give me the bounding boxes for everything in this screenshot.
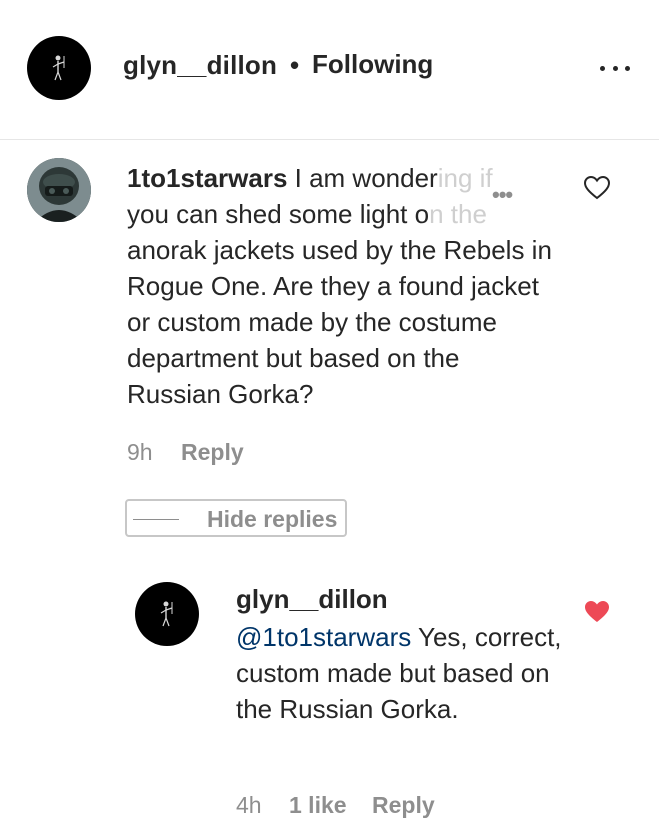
- comment-text-rest: anorak jackets used by the Rebels in Rog…: [127, 235, 552, 409]
- figure-icon: [160, 601, 173, 627]
- comment-time: 9h: [127, 439, 153, 465]
- following-button[interactable]: Following: [312, 49, 433, 80]
- comment-options-icon[interactable]: •••: [492, 182, 513, 208]
- mention-link[interactable]: @1to1starwars: [236, 622, 411, 652]
- comment-reply-button[interactable]: Reply: [181, 439, 244, 466]
- liked-heart-icon[interactable]: [584, 600, 610, 624]
- comment-text-part: I am wonder: [287, 163, 438, 193]
- comment-text-line2: you can shed some light o: [127, 199, 430, 229]
- hide-replies-button[interactable]: Hide replies: [125, 499, 347, 537]
- helmet-photo-icon: [27, 158, 91, 222]
- post-header: glyn__dillon • Following: [0, 0, 659, 140]
- commenter-avatar[interactable]: [27, 158, 91, 222]
- like-heart-icon[interactable]: [584, 176, 610, 200]
- comment-text-faded: ing if: [437, 163, 493, 193]
- figure-icon: [52, 55, 65, 81]
- profile-avatar[interactable]: [27, 36, 91, 100]
- reply-avatar[interactable]: [135, 582, 199, 646]
- reply-username[interactable]: glyn__dillon: [236, 584, 388, 615]
- commenter-username[interactable]: 1to1starwars: [127, 163, 287, 193]
- hide-replies-line: [133, 519, 179, 520]
- reply-time: 4h: [236, 792, 262, 818]
- more-options-icon[interactable]: [600, 62, 630, 74]
- comment-text-faded-2: n the: [429, 199, 487, 229]
- hide-replies-label: Hide replies: [207, 506, 338, 532]
- header-separator: •: [290, 50, 300, 80]
- reply-body: @1to1starwars Yes, correct, custom made …: [236, 619, 566, 727]
- reply-reply-button[interactable]: Reply: [372, 792, 435, 819]
- reply-likes-count[interactable]: 1 like: [289, 792, 347, 819]
- header-username[interactable]: glyn__dillon: [123, 50, 277, 81]
